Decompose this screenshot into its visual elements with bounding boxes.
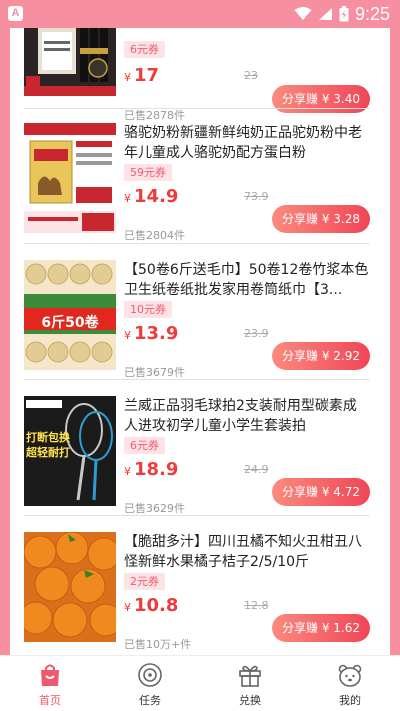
product-title[interactable]: 骆驼奶粉新疆新鲜纯奶正品驼奶粉中老年儿童成人骆驼奶配方蛋白粉 — [124, 123, 370, 163]
product-title[interactable]: 【50卷6斤送毛巾】50卷12卷竹浆本色卫生纸卷纸批发家用卷筒纸巾【3... — [124, 260, 370, 300]
divider — [24, 379, 370, 380]
tab-home[interactable]: 首页 — [0, 656, 100, 711]
divider — [24, 108, 370, 109]
product-item[interactable]: 骆驼奶粉新疆新鲜纯奶正品驼奶粉中老年儿童成人骆驼奶配方蛋白粉 59元券 ¥14.… — [24, 123, 370, 243]
status-bar: A 9:25 — [0, 0, 400, 28]
ugly-oranges[interactable] — [24, 532, 116, 642]
sold-count: 已售2804件 — [124, 229, 185, 242]
sold-count: 已售2878件 — [124, 109, 185, 122]
product-title[interactable]: 【脆甜多汁】四川丑橘不知火丑柑丑八怪新鲜水果橘子桔子2/5/10斤 — [124, 532, 370, 572]
original-price: 23 — [244, 69, 258, 82]
toilet-paper-rolls[interactable]: 6斤50卷 — [24, 260, 116, 370]
price-value: 13.9 — [134, 323, 179, 344]
price: ¥18.9 — [124, 459, 178, 480]
product-image-top-art — [24, 28, 116, 96]
price-value: 10.8 — [134, 595, 179, 616]
status-time: 9:25 — [354, 3, 390, 24]
tab-label: 兑换 — [239, 694, 261, 707]
badminton-racket[interactable]: 打断包换 超轻耐打 — [24, 396, 116, 506]
currency-symbol: ¥ — [124, 71, 131, 84]
original-price: 73.9 — [244, 190, 269, 203]
sold-count: 已售3679件 — [124, 366, 185, 379]
battery-icon — [339, 6, 349, 22]
tab-exchange[interactable]: 兑换 — [200, 656, 300, 711]
currency-symbol: ¥ — [124, 329, 131, 342]
image-caption: 6斤50卷 — [41, 315, 99, 331]
tab-label: 任务 — [139, 694, 161, 707]
product-item[interactable]: 打断包换 超轻耐打 兰威正品羽毛球拍2支装耐用型碳素成人进攻初学儿童小学生套装拍… — [24, 396, 370, 516]
price-value: 14.9 — [134, 186, 179, 207]
share-earn-button[interactable]: 分享赚 ¥ 3.28 — [272, 205, 370, 233]
sold-count: 已售3629件 — [124, 502, 185, 515]
divider — [24, 243, 370, 244]
price: ¥14.9 — [124, 186, 178, 207]
product-title[interactable]: 兰威正品羽毛球拍2支装耐用型碳素成人进攻初学儿童小学生套装拍 — [124, 396, 370, 436]
bear-icon — [338, 664, 362, 687]
tab-mine[interactable]: 我的 — [300, 656, 400, 711]
tab-label: 首页 — [39, 694, 61, 707]
currency-symbol: ¥ — [124, 601, 131, 614]
product-item[interactable]: 【脆甜多汁】四川丑橘不知火丑柑丑八怪新鲜水果橘子桔子2/5/10斤 2元券 ¥1… — [24, 532, 370, 652]
share-earn-button[interactable]: 分享赚 ¥ 2.92 — [272, 342, 370, 370]
shopping-bag-icon — [41, 664, 59, 686]
price: ¥17 — [124, 65, 159, 86]
camel-milk-powder-art — [24, 123, 116, 233]
bottom-tab-bar: 首页 任务 兑换 我的 — [0, 655, 400, 711]
status-icons: 9:25 — [294, 3, 390, 25]
signal-icon — [318, 8, 332, 20]
tab-tasks[interactable]: 任务 — [100, 656, 200, 711]
product-list: 6元券 ¥17 23 已售2878件 分享赚 ¥ 3.40 骆驼奶粉新疆新鲜纯奶… — [10, 28, 390, 655]
task-icon — [138, 663, 162, 687]
coupon-badge: 2元券 — [124, 573, 165, 590]
image-caption: 打断包换 超轻耐打 — [26, 431, 70, 459]
product-item[interactable]: 6元券 ¥17 23 已售2878件 分享赚 ¥ 3.40 — [24, 28, 370, 130]
camel-milk-powder[interactable] — [24, 123, 116, 233]
product-image-top[interactable] — [24, 28, 116, 96]
sold-count: 已售10万+件 — [124, 638, 192, 651]
share-earn-button[interactable]: 分享赚 ¥ 4.72 — [272, 478, 370, 506]
price: ¥10.8 — [124, 595, 178, 616]
price-value: 18.9 — [134, 459, 179, 480]
coupon-badge: 6元券 — [124, 437, 165, 454]
original-price: 23.9 — [244, 327, 269, 340]
wifi-icon — [294, 7, 312, 20]
price-value: 17 — [134, 65, 160, 86]
original-price: 12.8 — [244, 599, 269, 612]
product-item[interactable]: 6斤50卷 【50卷6斤送毛巾】50卷12卷竹浆本色卫生纸卷纸批发家用卷筒纸巾【… — [24, 260, 370, 380]
currency-symbol: ¥ — [124, 465, 131, 478]
original-price: 24.9 — [244, 463, 269, 476]
share-earn-button[interactable]: 分享赚 ¥ 1.62 — [272, 614, 370, 642]
price: ¥13.9 — [124, 323, 178, 344]
coupon-badge: 59元券 — [124, 164, 172, 181]
divider — [24, 515, 370, 516]
coupon-badge: 6元券 — [124, 41, 165, 58]
ugly-oranges-art — [24, 532, 116, 642]
gift-icon — [239, 665, 261, 687]
coupon-badge: 10元券 — [124, 301, 172, 318]
app-notification-icon: A — [8, 6, 23, 21]
tab-label: 我的 — [339, 694, 361, 707]
currency-symbol: ¥ — [124, 192, 131, 205]
